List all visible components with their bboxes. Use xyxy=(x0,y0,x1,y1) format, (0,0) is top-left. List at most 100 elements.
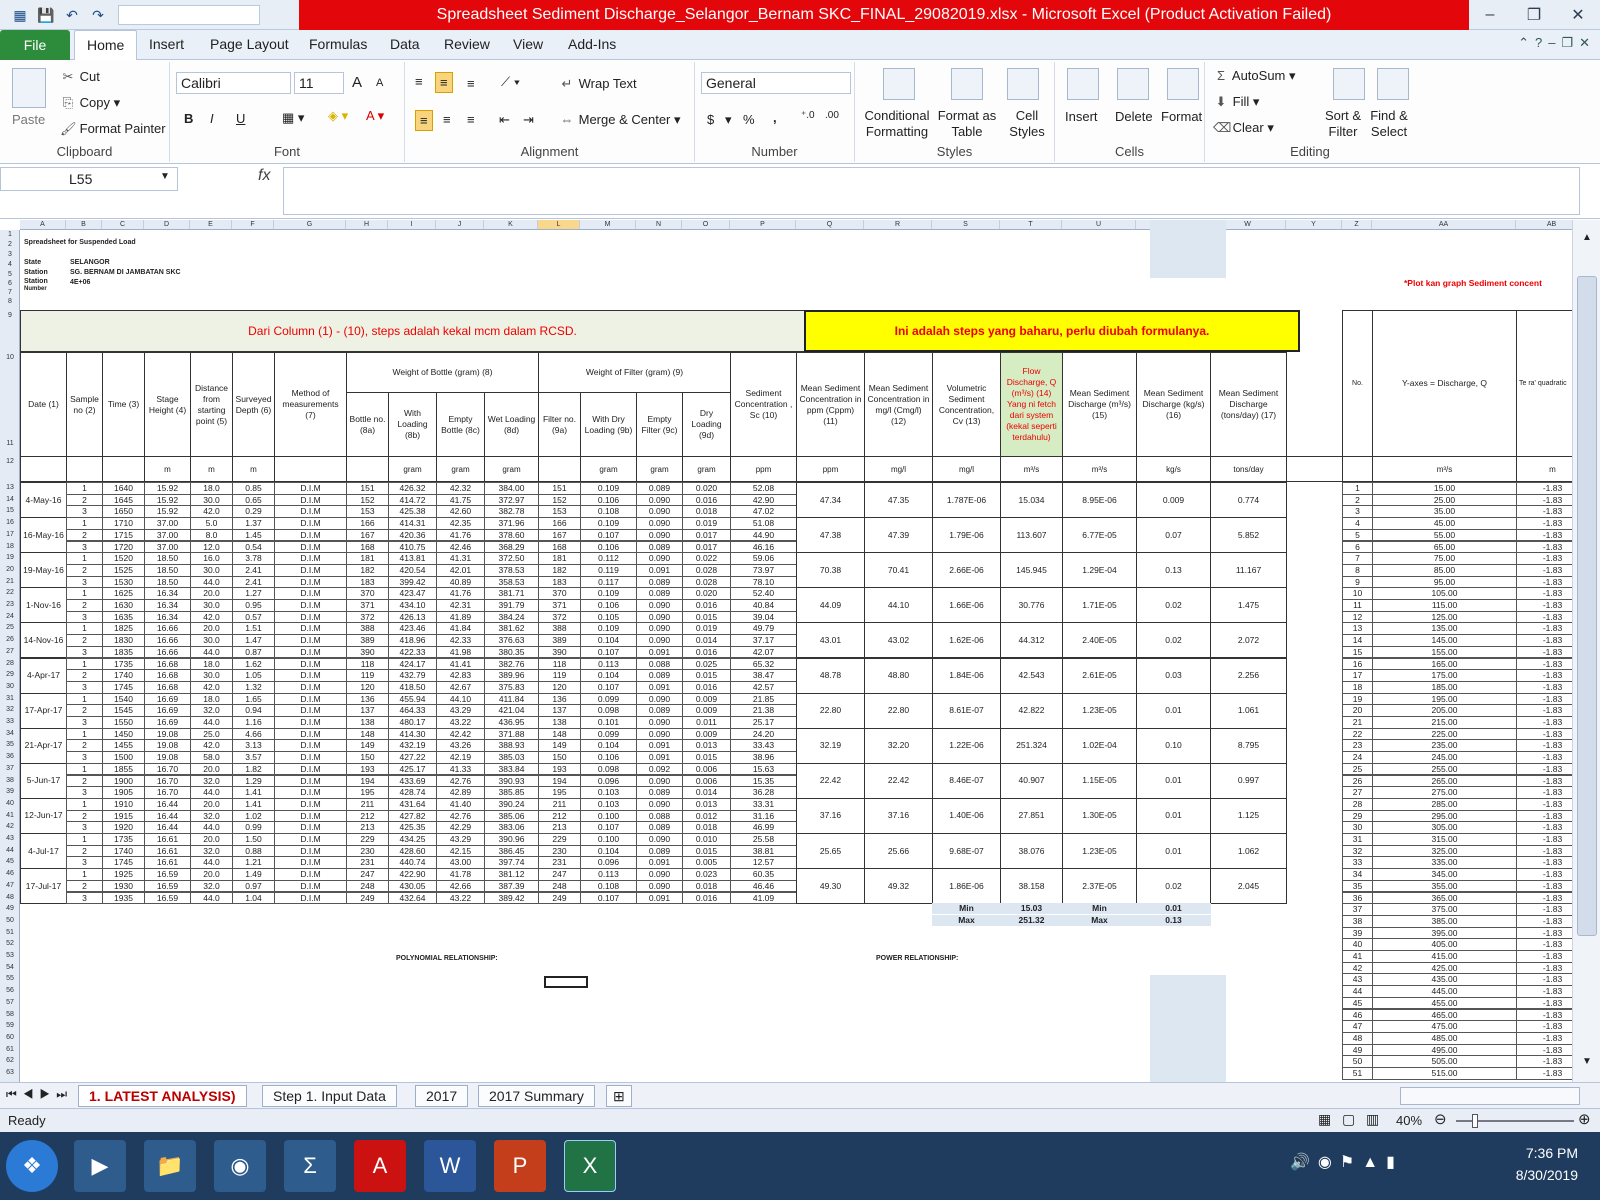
italic-button[interactable]: I xyxy=(210,111,214,126)
mean-cell[interactable]: 0.01 xyxy=(1136,692,1211,729)
fill-color-icon[interactable]: ◈ ▾ xyxy=(328,108,348,124)
sort-filter-button[interactable]: Sort & Filter xyxy=(1319,108,1367,140)
align-right-icon[interactable]: ≡ xyxy=(467,112,475,127)
mean-cell[interactable]: 22.80 xyxy=(796,692,865,729)
comma-button[interactable]: , xyxy=(773,110,777,125)
table-cell[interactable]: 432.64 xyxy=(388,891,437,905)
table-cell[interactable]: 1935 xyxy=(102,891,145,905)
row-header-57[interactable]: 57 xyxy=(0,999,20,1006)
row-header-51[interactable]: 51 xyxy=(0,929,20,936)
row-header-46[interactable]: 46 xyxy=(0,870,20,877)
mean-cell[interactable]: 1.62E-06 xyxy=(932,622,1001,659)
word-icon[interactable]: W xyxy=(424,1140,476,1192)
mean-cell[interactable]: 8.95E-06 xyxy=(1062,482,1137,519)
row-header-22[interactable]: 22 xyxy=(0,589,20,596)
column-header-b[interactable]: B xyxy=(66,220,102,229)
row-header-31[interactable]: 31 xyxy=(0,695,20,702)
tab-insert[interactable]: Insert xyxy=(149,36,184,52)
mean-cell[interactable]: 49.32 xyxy=(864,868,933,905)
row-header-38[interactable]: 38 xyxy=(0,777,20,784)
sheet-tab-input-data[interactable]: Step 1. Input Data xyxy=(262,1085,397,1107)
row-header-29[interactable]: 29 xyxy=(0,671,20,678)
acrobat-icon[interactable]: A xyxy=(354,1140,406,1192)
mean-cell[interactable]: 251.324 xyxy=(1000,727,1063,764)
table-cell[interactable]: 389.42 xyxy=(484,891,539,905)
column-header-i[interactable]: I xyxy=(388,220,436,229)
row-header-19[interactable]: 19 xyxy=(0,554,20,561)
page-break-view-icon[interactable]: ▥ xyxy=(1366,1111,1379,1128)
name-box[interactable]: L55 xyxy=(0,167,178,191)
mean-cell[interactable]: 38.076 xyxy=(1000,833,1063,870)
date-cell[interactable]: 19-May-16 xyxy=(20,552,67,589)
mean-cell[interactable]: 0.02 xyxy=(1136,868,1211,905)
row-header-50[interactable]: 50 xyxy=(0,917,20,924)
decrease-decimal-icon[interactable]: .00 xyxy=(825,110,839,121)
increase-decimal-icon[interactable]: ⁺.0 xyxy=(801,110,815,121)
mean-cell[interactable]: 1.30E-05 xyxy=(1062,797,1137,834)
mean-cell[interactable]: 2.045 xyxy=(1210,868,1287,905)
align-left-icon[interactable]: ≡ xyxy=(415,110,433,131)
row-header-28[interactable]: 28 xyxy=(0,660,20,667)
column-header-q[interactable]: Q xyxy=(796,220,864,229)
column-header-r[interactable]: R xyxy=(864,220,932,229)
tab-review[interactable]: Review xyxy=(444,36,490,52)
mean-cell[interactable]: 44.10 xyxy=(864,587,933,624)
insert-function-button[interactable]: fx xyxy=(258,167,270,185)
row-header-17[interactable]: 17 xyxy=(0,531,20,538)
column-header-k[interactable]: K xyxy=(484,220,538,229)
file-explorer-icon[interactable]: 📁 xyxy=(144,1140,196,1192)
row-header-40[interactable]: 40 xyxy=(0,800,20,807)
mean-cell[interactable]: 145.945 xyxy=(1000,552,1063,589)
row-header-56[interactable]: 56 xyxy=(0,987,20,994)
format-painter-button[interactable]: Format Painter xyxy=(80,121,166,136)
mean-cell[interactable]: 8.46E-07 xyxy=(932,762,1001,799)
merge-center-button[interactable]: Merge & Center xyxy=(579,112,671,127)
math-app-icon[interactable]: Σ xyxy=(284,1140,336,1192)
mean-cell[interactable]: 0.997 xyxy=(1210,762,1287,799)
row-header-49[interactable]: 49 xyxy=(0,905,20,912)
row-header-21[interactable]: 21 xyxy=(0,578,20,585)
cell-styles-button[interactable]: Cell Styles xyxy=(1005,108,1049,140)
mean-cell[interactable]: 32.20 xyxy=(864,727,933,764)
tab-home[interactable]: Home xyxy=(74,30,138,61)
align-bottom-icon[interactable]: ≡ xyxy=(467,76,475,91)
table-cell[interactable]: 43.22 xyxy=(436,891,485,905)
tab-formulas[interactable]: Formulas xyxy=(309,36,367,52)
mean-cell[interactable]: 0.03 xyxy=(1136,657,1211,694)
row-header-11[interactable]: 11 xyxy=(0,440,20,447)
mean-cell[interactable]: 42.543 xyxy=(1000,657,1063,694)
font-size-select[interactable]: 11 xyxy=(294,72,344,94)
column-header-f[interactable]: F xyxy=(232,220,274,229)
mean-cell[interactable]: 2.256 xyxy=(1210,657,1287,694)
row-header-13[interactable]: 13 xyxy=(0,484,20,491)
table-cell[interactable]: 3 xyxy=(66,891,103,905)
align-center-icon[interactable]: ≡ xyxy=(443,112,451,127)
row-header-55[interactable]: 55 xyxy=(0,975,20,982)
mean-cell[interactable]: 0.01 xyxy=(1136,762,1211,799)
mean-cell[interactable]: 0.01 xyxy=(1136,797,1211,834)
mean-cell[interactable]: 48.78 xyxy=(796,657,865,694)
mean-cell[interactable]: 30.776 xyxy=(1000,587,1063,624)
column-header-a[interactable]: A xyxy=(20,220,66,229)
mean-cell[interactable]: 1.66E-06 xyxy=(932,587,1001,624)
excel-icon[interactable]: ▦ xyxy=(10,5,30,25)
row-header-41[interactable]: 41 xyxy=(0,812,20,819)
row-header-26[interactable]: 26 xyxy=(0,636,20,643)
bold-button[interactable]: B xyxy=(184,111,193,126)
column-header-p[interactable]: P xyxy=(730,220,796,229)
column-header-l[interactable]: L xyxy=(538,220,580,229)
tab-add-ins[interactable]: Add-Ins xyxy=(568,36,616,52)
autosum-button[interactable]: AutoSum xyxy=(1232,68,1285,83)
mean-cell[interactable]: 1.86E-06 xyxy=(932,868,1001,905)
mean-cell[interactable]: 22.80 xyxy=(864,692,933,729)
column-header-t[interactable]: T xyxy=(1000,220,1062,229)
row-header-48[interactable]: 48 xyxy=(0,894,20,901)
date-cell[interactable]: 5-Jun-17 xyxy=(20,762,67,799)
mean-cell[interactable]: 40.907 xyxy=(1000,762,1063,799)
discharge-cell[interactable]: 515.00 xyxy=(1372,1067,1517,1080)
row-header-18[interactable]: 18 xyxy=(0,543,20,550)
row-header-39[interactable]: 39 xyxy=(0,788,20,795)
mean-cell[interactable]: 70.41 xyxy=(864,552,933,589)
row-header-37[interactable]: 37 xyxy=(0,765,20,772)
mean-cell[interactable]: 1.061 xyxy=(1210,692,1287,729)
